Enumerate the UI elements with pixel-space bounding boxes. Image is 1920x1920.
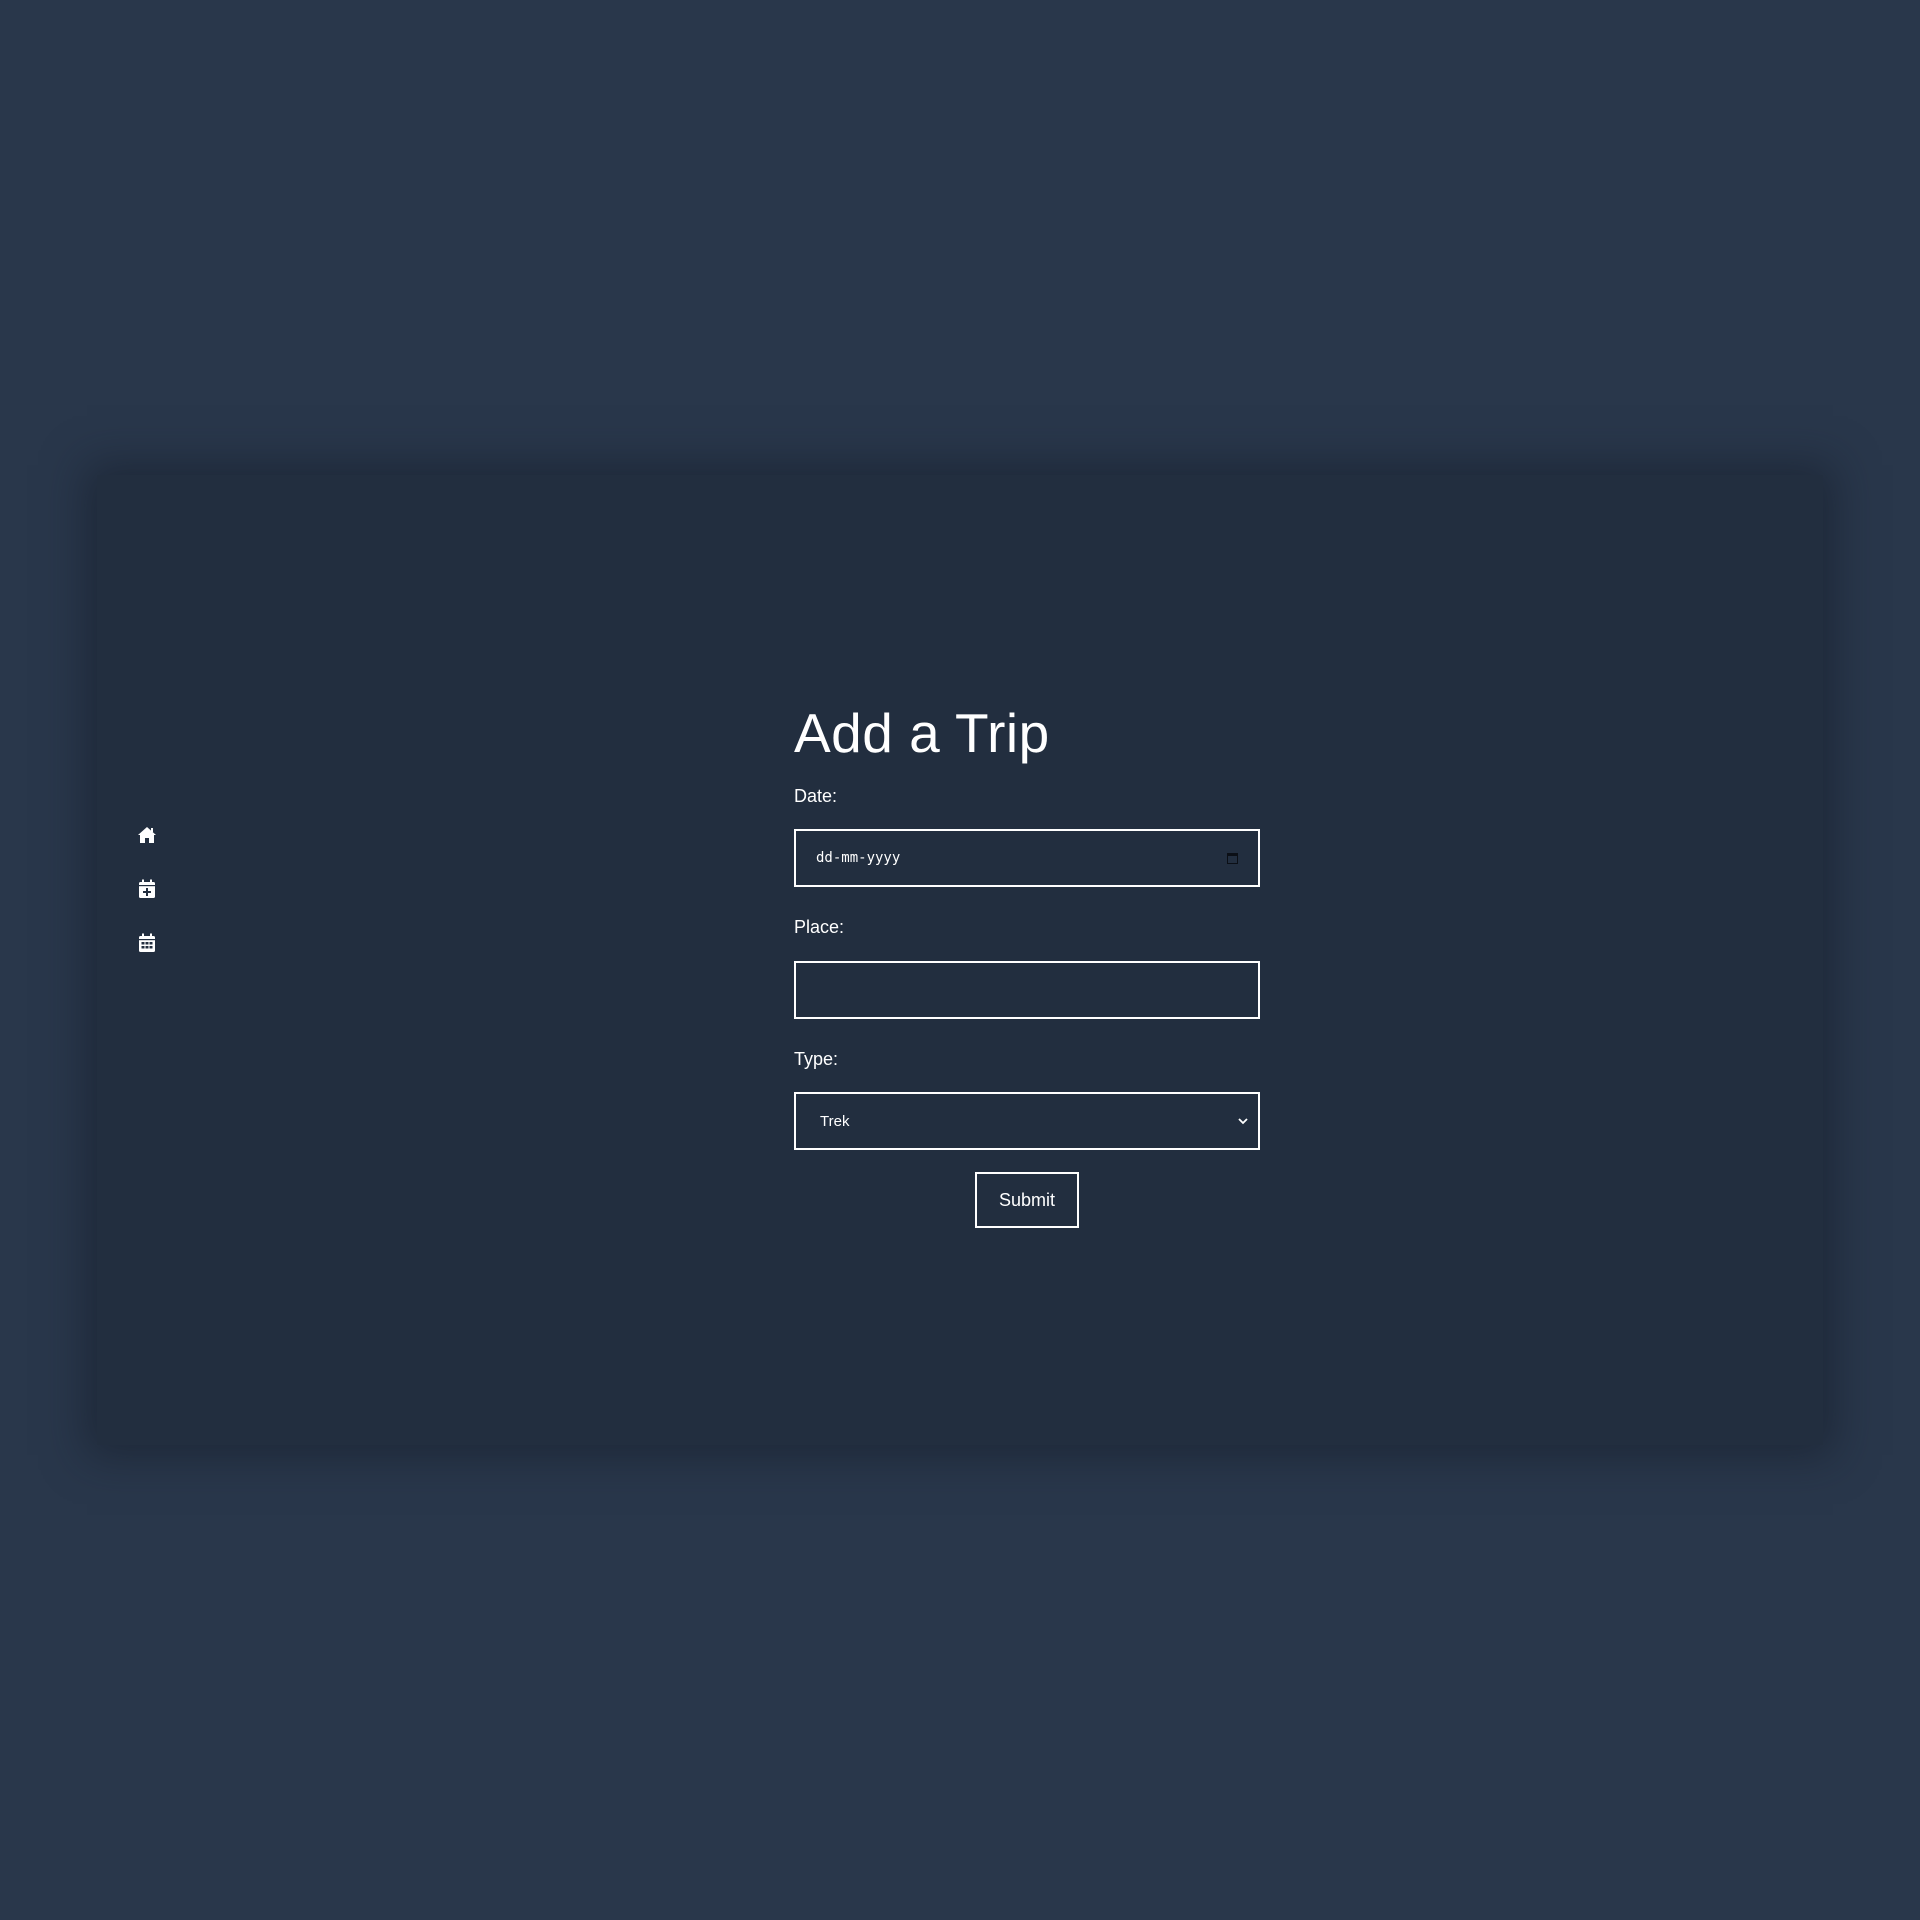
place-field[interactable] <box>794 960 1260 1019</box>
date-placeholder: dd-mm-yyyy <box>816 850 901 867</box>
page-title: Add a Trip <box>794 702 1050 764</box>
add-trip-form: Add a Trip Date: dd-mm-yyyy Place: Type:… <box>794 702 1260 1229</box>
submit-row: Submit <box>794 1172 1260 1229</box>
nav-trip-list[interactable] <box>127 923 167 963</box>
type-selected-value: Trek <box>820 1112 850 1130</box>
main-panel: Add a Trip Date: dd-mm-yyyy Place: Type:… <box>97 475 1823 1445</box>
side-nav <box>127 815 167 977</box>
place-label: Place: <box>794 917 845 938</box>
date-field[interactable]: dd-mm-yyyy <box>794 829 1260 888</box>
submit-button[interactable]: Submit <box>974 1172 1080 1229</box>
place-input[interactable] <box>816 979 1238 1000</box>
home-icon <box>137 826 157 844</box>
calendar-picker-icon[interactable] <box>1226 852 1238 865</box>
chevron-down-icon <box>1236 1114 1250 1128</box>
calendar-plus-icon <box>138 879 156 899</box>
type-select[interactable]: Trek <box>794 1092 1260 1151</box>
nav-home[interactable] <box>127 815 167 855</box>
type-label: Type: <box>794 1048 839 1069</box>
nav-add-trip[interactable] <box>127 869 167 909</box>
date-label: Date: <box>794 785 838 806</box>
calendar-icon <box>138 933 156 953</box>
